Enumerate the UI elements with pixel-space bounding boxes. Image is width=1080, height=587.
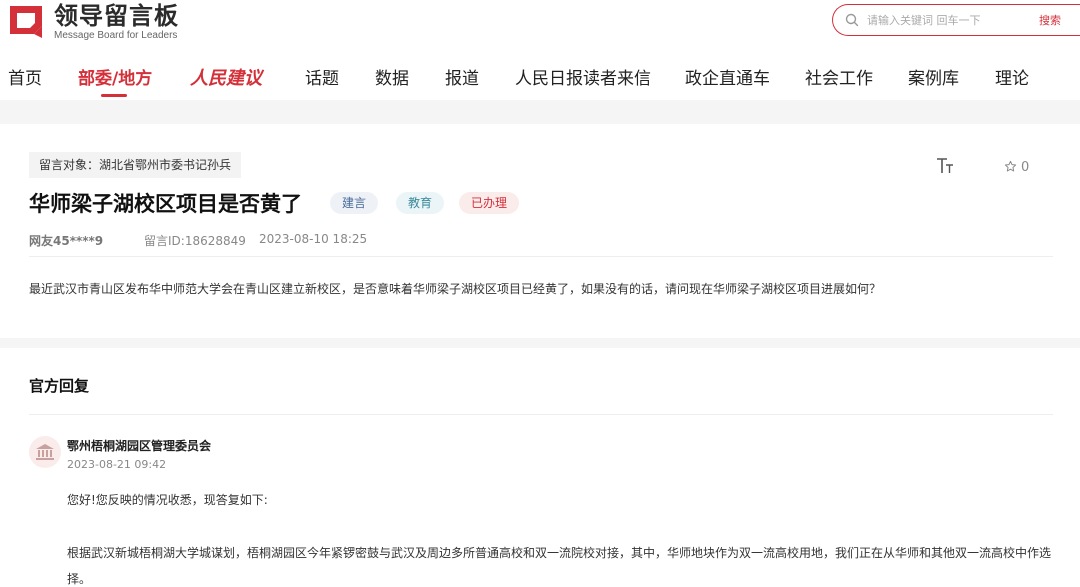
government-building-icon [29,436,61,468]
logo-name-cn: 领导留言板 [54,2,179,30]
search-button[interactable]: 搜索 [1039,12,1061,28]
logo-text: 领导留言板 Message Board for Leaders [54,3,179,41]
nav-active-indicator [101,94,127,97]
divider [29,414,1053,415]
nav-item-ministries-local[interactable]: 部委/地方 [78,64,152,89]
message-body: 最近武汉市青山区发布华中师范大学会在青山区建立新校区，是否意味着华师梁子湖校区项… [29,282,882,296]
logo-mark-icon [8,4,48,40]
nav-item-theory[interactable]: 理论 [995,64,1029,89]
message-time: 2023-08-10 18:25 [259,232,368,246]
nav-item-case-library[interactable]: 案例库 [908,64,959,89]
message-author: 网友45****9 [29,234,104,248]
logo-name-en: Message Board for Leaders [54,30,178,41]
divider [29,256,1053,257]
message-id: 留言ID:18628849 [144,234,246,248]
nav-item-data[interactable]: 数据 [375,64,409,89]
message-title: 华师梁子湖校区项目是否黄了 [29,192,302,216]
reply-org-name: 鄂州梧桐湖园区管理委员会 [67,439,212,453]
main-nav: 首页 部委/地方 人民建议 话题 数据 报道 人民日报读者来信 政企直通车 社会… [0,60,1080,100]
status-badge: 已办理 [459,192,520,214]
reply-greeting: 您好!您反映的情况收悉，现答复如下: [67,493,268,507]
nav-item-reader-letters[interactable]: 人民日报读者来信 [515,64,651,89]
nav-item-enterprise-express[interactable]: 政企直通车 [685,64,770,89]
message-card: 留言对象：湖北省鄂州市委书记孙兵 华师梁子湖校区项目是否黄了 建言 教育 已办理… [0,124,1080,338]
search-icon[interactable] [837,5,867,35]
site-header: 领导留言板 Message Board for Leaders 搜索 首页 部委… [0,0,1080,100]
message-target: 留言对象：湖北省鄂州市委书记孙兵 [29,152,242,178]
nav-item-people-suggestions[interactable]: 人民建议 [190,64,262,90]
reply-heading: 官方回复 [29,377,90,395]
search-box: 搜索 [832,4,1080,36]
nav-item-social-work[interactable]: 社会工作 [805,64,873,89]
favorite-count: 0 [1021,160,1030,175]
text-size-icon[interactable] [935,156,955,176]
star-icon [1004,158,1017,177]
badge-message-type: 建言 [330,192,379,214]
reply-content: 根据武汉新城梧桐湖大学城谋划，梧桐湖园区今年紧锣密鼓与武汉及周边多所普通高校和双… [67,546,1052,586]
favorite-button[interactable]: 0 [1004,158,1029,177]
reply-time: 2023-08-21 09:42 [67,458,167,471]
nav-item-reports[interactable]: 报道 [445,64,479,89]
nav-item-topics[interactable]: 话题 [305,64,339,89]
nav-item-home[interactable]: 首页 [8,64,42,89]
site-logo[interactable]: 领导留言板 Message Board for Leaders [8,3,179,41]
search-input[interactable] [867,13,1035,27]
official-reply-card: 官方回复 鄂州梧桐湖园区管理委员会 2023-08-21 09:42 您好!您反… [0,348,1080,587]
badge-message-field: 教育 [396,192,445,214]
